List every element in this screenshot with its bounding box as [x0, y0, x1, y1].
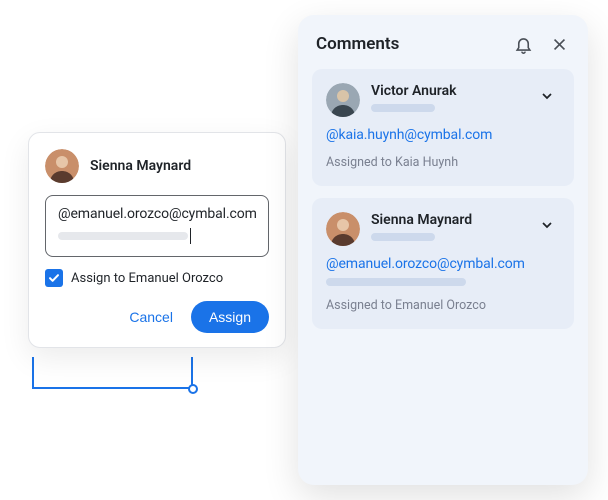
- commenter-name: Sienna Maynard: [371, 212, 523, 228]
- assign-dialog-actions: Cancel Assign: [45, 301, 269, 333]
- assign-comment-dialog: Sienna Maynard @emanuel.orozco@cymbal.co…: [28, 132, 286, 348]
- comment-mention[interactable]: @kaia.huynh@cymbal.com: [326, 127, 560, 143]
- comments-panel-actions: [512, 33, 570, 55]
- comment-input[interactable]: @emanuel.orozco@cymbal.com: [45, 195, 269, 257]
- assign-checkbox[interactable]: [45, 269, 63, 287]
- commenter-block: Victor Anurak: [371, 83, 523, 112]
- comment-input-skeleton: [58, 228, 256, 244]
- skeleton-placeholder: [371, 104, 435, 112]
- comment-header: Victor Anurak: [326, 83, 560, 117]
- assign-button[interactable]: Assign: [191, 301, 269, 333]
- avatar: [45, 149, 79, 183]
- chevron-down-icon[interactable]: [534, 83, 560, 109]
- skeleton-placeholder: [371, 233, 435, 241]
- comment-card[interactable]: Victor Anurak @kaia.huynh@cymbal.com Ass…: [312, 69, 574, 186]
- assigned-to-text: Assigned to Kaia Huynh: [326, 155, 560, 170]
- assign-checkbox-label: Assign to Emanuel Orozco: [71, 271, 223, 286]
- comment-card[interactable]: Sienna Maynard @emanuel.orozco@cymbal.co…: [312, 198, 574, 329]
- text-caret: [190, 228, 191, 244]
- skeleton-placeholder: [326, 278, 466, 286]
- assigned-to-text: Assigned to Emanuel Orozco: [326, 298, 560, 313]
- comments-panel-header: Comments: [312, 33, 574, 55]
- comment-author-name: Sienna Maynard: [90, 158, 191, 174]
- notifications-icon[interactable]: [512, 33, 534, 55]
- commenter-block: Sienna Maynard: [371, 212, 523, 241]
- close-icon[interactable]: [548, 33, 570, 55]
- comments-panel: Comments Victor Anurak @kaia.huynh@cymba…: [298, 15, 588, 485]
- comment-input-text: @emanuel.orozco@cymbal.com: [58, 206, 256, 222]
- assign-checkbox-row[interactable]: Assign to Emanuel Orozco: [45, 269, 269, 287]
- comments-panel-title: Comments: [316, 34, 399, 54]
- selection-bracket: [32, 357, 193, 389]
- cancel-button[interactable]: Cancel: [129, 309, 173, 325]
- chevron-down-icon[interactable]: [534, 212, 560, 238]
- skeleton-placeholder: [58, 232, 188, 240]
- avatar: [326, 212, 360, 246]
- selection-handle[interactable]: [188, 384, 198, 394]
- assign-dialog-header: Sienna Maynard: [45, 149, 269, 183]
- commenter-name: Victor Anurak: [371, 83, 523, 99]
- avatar: [326, 83, 360, 117]
- comment-mention[interactable]: @emanuel.orozco@cymbal.com: [326, 256, 560, 272]
- comment-header: Sienna Maynard: [326, 212, 560, 246]
